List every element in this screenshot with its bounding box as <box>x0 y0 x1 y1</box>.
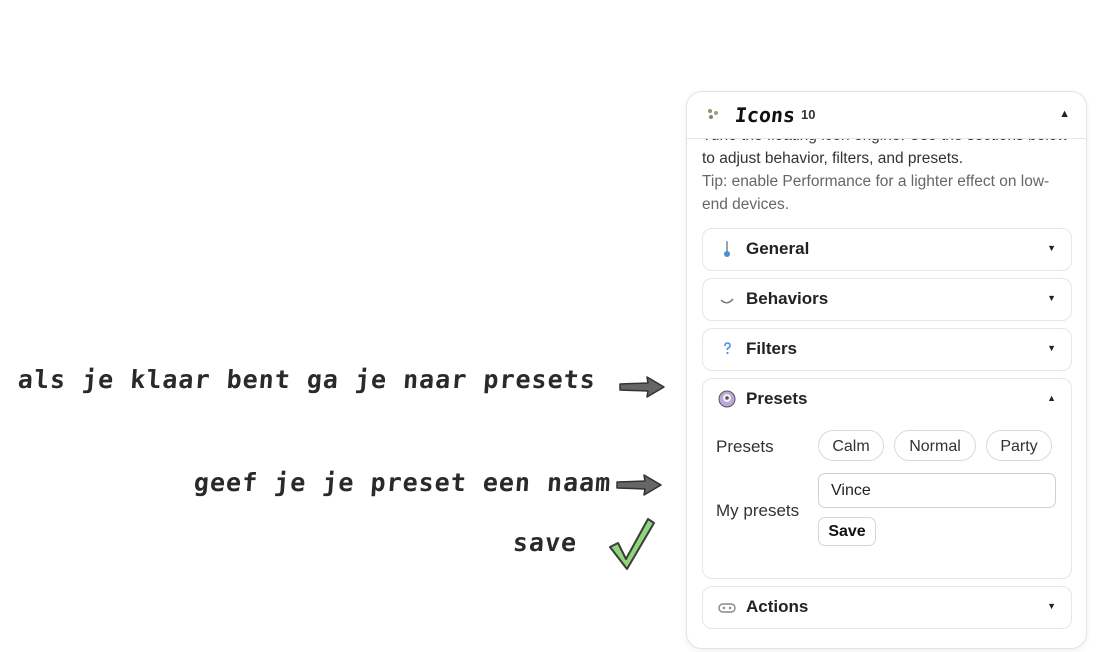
tip-text: Tip: enable Performance for a lighter ef… <box>702 173 1050 213</box>
preset-name-input[interactable] <box>818 473 1056 508</box>
icon-count-badge: 10 <box>801 107 816 122</box>
checkmark-icon <box>609 518 655 570</box>
chevron-down-icon: ▼ <box>1047 601 1056 611</box>
section-filters-title: Filters <box>746 339 798 358</box>
section-actions-header[interactable]: Actions ▼ <box>703 587 1071 627</box>
preset-calm-button[interactable]: Calm <box>818 430 884 461</box>
panel-header: Icons 10 ▲ <box>687 92 1086 139</box>
section-general: General ▼ <box>702 228 1072 271</box>
collapse-panel-button[interactable]: ▲ <box>1059 108 1070 120</box>
chevron-up-icon: ▲ <box>1047 393 1056 403</box>
arrow-right-icon <box>616 474 662 496</box>
thermometer-icon <box>724 241 730 257</box>
section-presets-title: Presets <box>746 389 808 408</box>
save-preset-button[interactable]: Save <box>818 517 876 546</box>
section-presets: Presets ▲ Presets Calm Normal Party My p… <box>702 378 1072 579</box>
section-general-header[interactable]: General ▼ <box>703 229 1071 269</box>
section-actions: Actions ▼ <box>702 586 1072 629</box>
chevron-down-icon: ▼ <box>1047 343 1056 353</box>
panel-title: Icons <box>733 103 797 127</box>
my-presets-label: My presets <box>716 501 800 520</box>
preset-party-button[interactable]: Party <box>986 430 1052 461</box>
arrow-right-icon <box>619 376 665 398</box>
section-general-title: General <box>746 239 810 258</box>
chevron-down-icon: ▼ <box>1047 293 1056 303</box>
section-filters-header[interactable]: Filters ▼ <box>703 329 1071 369</box>
annotation-go-to-presets: als je klaar bent ga je naar presets <box>16 365 597 394</box>
section-filters: Filters ▼ <box>702 328 1072 371</box>
presets-label: Presets <box>716 437 774 456</box>
section-behaviors-header[interactable]: Behaviors ▼ <box>703 279 1071 319</box>
section-presets-header[interactable]: Presets ▲ <box>703 379 1071 419</box>
annotation-save: save <box>511 528 579 557</box>
section-actions-title: Actions <box>746 597 809 616</box>
swirl-icon <box>720 298 734 304</box>
chevron-down-icon: ▼ <box>1047 243 1056 253</box>
section-behaviors: Behaviors ▼ <box>702 278 1072 321</box>
sparkle-icon <box>708 109 718 119</box>
gamepad-icon <box>718 603 736 613</box>
annotation-name-preset: geef je je preset een naam <box>192 468 613 497</box>
icons-panel: Icons 10 ▲ Tune the floating icon engine… <box>686 91 1087 649</box>
section-behaviors-title: Behaviors <box>746 289 829 308</box>
preset-normal-button[interactable]: Normal <box>894 430 976 461</box>
palette-icon <box>718 390 736 408</box>
question-icon <box>724 342 731 355</box>
